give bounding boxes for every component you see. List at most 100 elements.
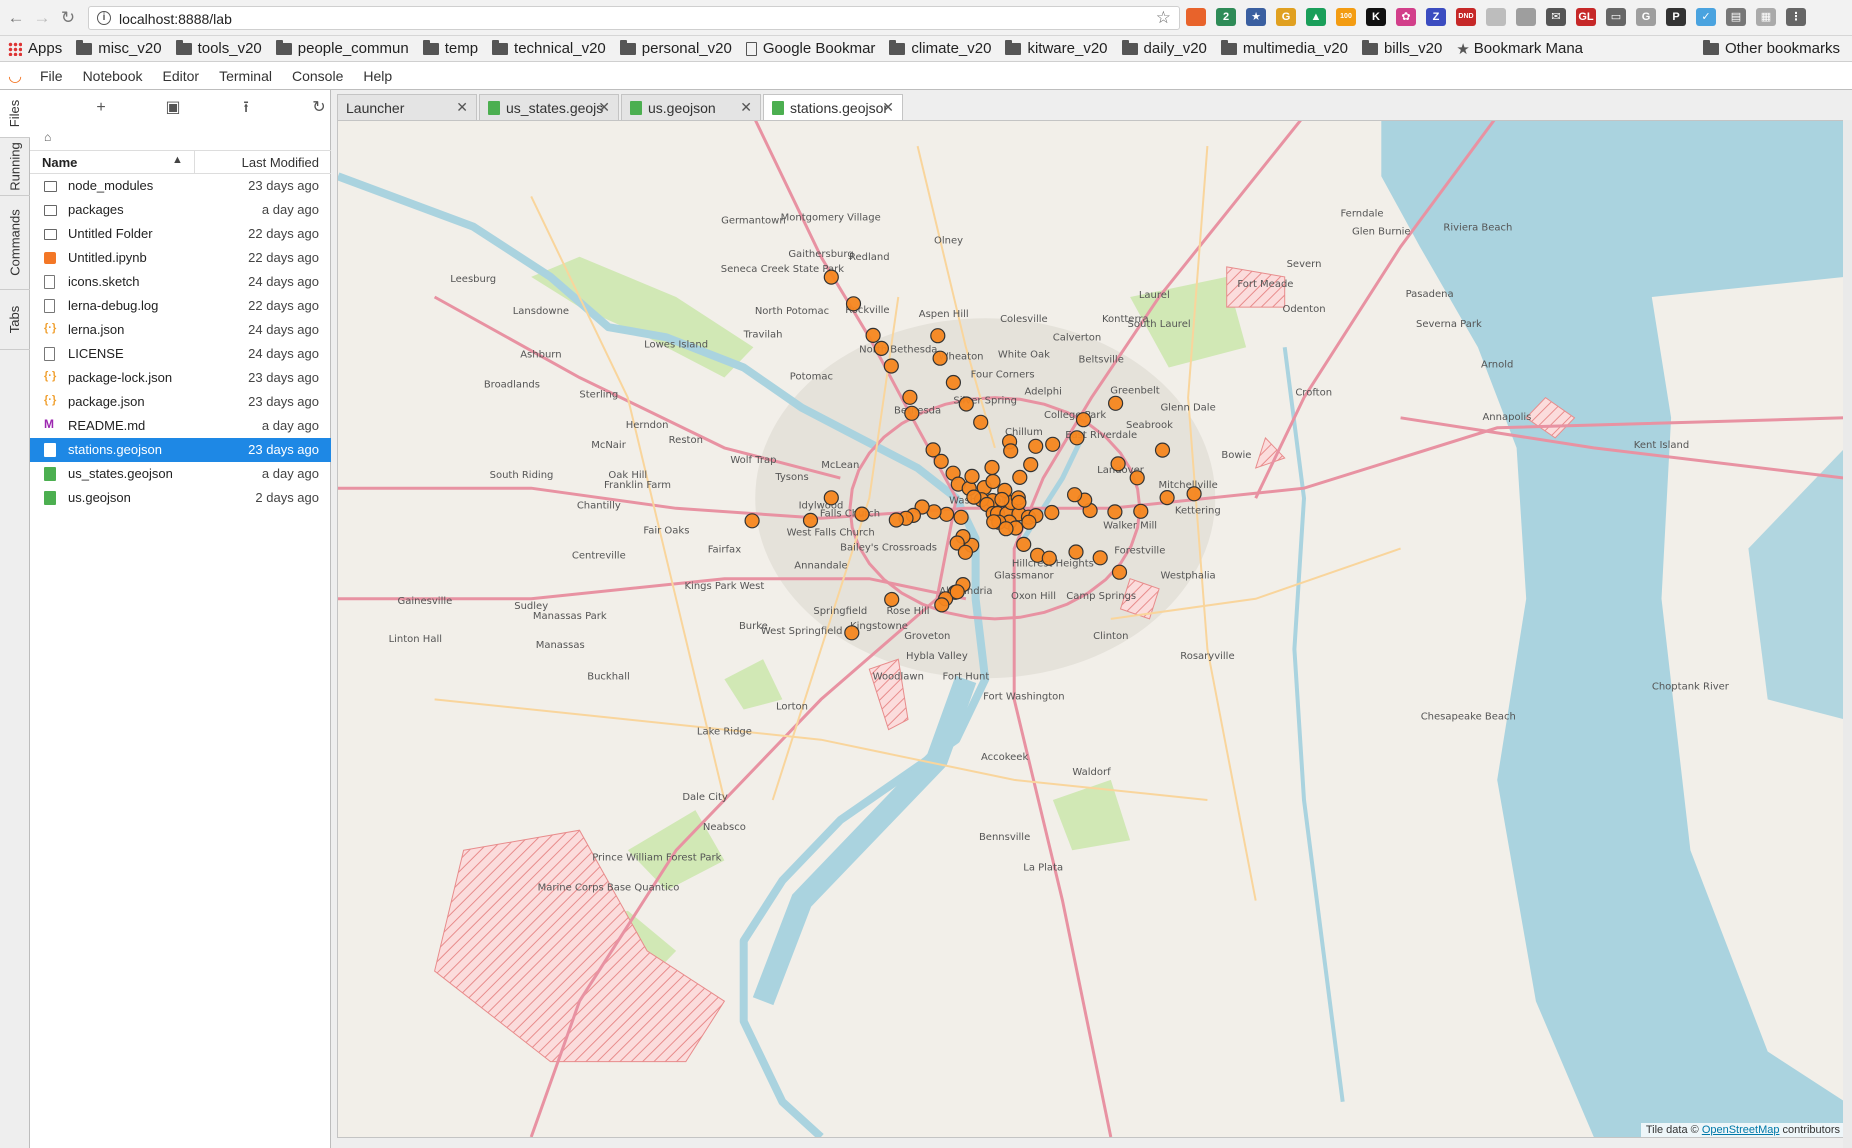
bookmark-kitware-v20[interactable]: kitware_v20 [1005, 39, 1108, 57]
tab-launcher[interactable]: Launcher ✕ [337, 94, 477, 120]
station-marker[interactable] [883, 358, 899, 374]
bookmark-google-bookmar[interactable]: Google Bookmar [745, 40, 875, 57]
station-marker[interactable] [966, 489, 982, 505]
station-marker[interactable] [1021, 514, 1037, 530]
file-row[interactable]: stations.geojson 23 days ago [30, 438, 331, 462]
menu-help[interactable]: Help [353, 68, 402, 84]
close-tab-icon[interactable]: ✕ [882, 99, 894, 116]
menu-terminal[interactable]: Terminal [209, 68, 282, 84]
menu-file[interactable]: File [30, 68, 73, 84]
station-marker[interactable] [873, 340, 890, 356]
ext-12-icon[interactable] [1516, 8, 1536, 26]
station-marker[interactable] [998, 521, 1014, 537]
bookmark-daily-v20[interactable]: daily_v20 [1121, 39, 1207, 57]
info-icon[interactable]: i [97, 11, 111, 25]
column-modified-header[interactable]: Last Modified [242, 155, 319, 170]
ext-9-icon[interactable]: Z [1426, 8, 1446, 26]
ext-14-icon[interactable]: GL [1576, 8, 1596, 26]
station-marker[interactable] [1159, 490, 1175, 506]
station-marker[interactable] [1129, 470, 1145, 486]
station-marker[interactable] [945, 374, 962, 391]
station-marker[interactable] [1111, 564, 1128, 580]
station-marker[interactable] [1041, 550, 1057, 566]
station-marker[interactable] [1066, 487, 1083, 503]
station-marker[interactable] [1107, 504, 1123, 520]
menu-editor[interactable]: Editor [153, 68, 210, 84]
reload-icon[interactable]: ↻ [58, 8, 78, 28]
close-tab-icon[interactable]: ✕ [598, 99, 610, 116]
station-marker[interactable] [930, 328, 946, 344]
file-row[interactable]: node_modules 23 days ago [30, 174, 331, 198]
station-marker[interactable] [1107, 395, 1124, 411]
column-name-header[interactable]: Name [42, 155, 77, 170]
station-marker[interactable] [1023, 457, 1039, 473]
ext-21-icon[interactable]: ⋮ [1786, 8, 1806, 26]
bookmark-bills-v20[interactable]: bills_v20 [1361, 39, 1442, 57]
station-marker[interactable] [1186, 486, 1202, 502]
upload-icon[interactable]: ⭱ [235, 98, 257, 118]
station-marker[interactable] [964, 468, 980, 484]
station-marker[interactable] [986, 514, 1002, 530]
station-marker[interactable] [1133, 503, 1149, 519]
station-marker[interactable] [953, 509, 969, 525]
ext-4-icon[interactable]: G [1276, 8, 1296, 26]
file-row[interactable]: {·} lerna.json 24 days ago [30, 318, 331, 342]
ext-20-icon[interactable]: ▦ [1756, 8, 1776, 26]
station-marker[interactable] [1044, 504, 1060, 521]
address-url[interactable]: localhost:8888/lab [119, 11, 232, 27]
station-marker[interactable] [1003, 443, 1019, 459]
file-row[interactable]: lerna-debug.log 22 days ago [30, 294, 331, 318]
tab-stations-geojson[interactable]: stations.geojson ✕ [763, 94, 903, 121]
station-marker[interactable] [984, 459, 1000, 476]
ext-1-icon[interactable] [1186, 8, 1206, 26]
station-marker[interactable] [1011, 494, 1027, 511]
bookmark-technical-v20[interactable]: technical_v20 [492, 39, 606, 57]
station-marker[interactable] [958, 396, 974, 412]
column-divider[interactable] [194, 151, 195, 173]
file-row[interactable]: us_states.geojson a day ago [30, 462, 331, 486]
map-canvas[interactable]: Germantown Gaithersburg Montgomery Village… [338, 121, 1845, 1137]
station-marker[interactable] [1028, 438, 1044, 454]
menu-console[interactable]: Console [282, 68, 353, 84]
station-marker[interactable] [985, 473, 1001, 490]
ext-6-icon[interactable]: 100 [1336, 8, 1356, 26]
new-folder-icon[interactable]: ▣ [162, 98, 184, 118]
bookmark-climate-v20[interactable]: climate_v20 [889, 39, 991, 57]
bookmark-bookmark-mana[interactable]: ★ Bookmark Mana [1456, 40, 1583, 58]
station-marker[interactable] [823, 490, 839, 506]
station-marker[interactable] [744, 513, 760, 529]
station-marker[interactable] [933, 453, 949, 469]
bookmark-misc-v20[interactable]: misc_v20 [76, 39, 162, 57]
bookmark-multimedia-v20[interactable]: multimedia_v20 [1220, 39, 1348, 57]
ext-8-icon[interactable]: ✿ [1396, 8, 1416, 26]
station-marker[interactable] [865, 327, 881, 343]
geojson-map-viewer[interactable]: Germantown Gaithersburg Montgomery Village… [337, 120, 1846, 1138]
station-marker[interactable] [844, 625, 860, 641]
ext-17-icon[interactable]: P [1666, 8, 1686, 26]
address-bar[interactable]: i localhost:8888/lab ☆ [88, 6, 1180, 30]
ext-15-icon[interactable]: ▭ [1606, 8, 1626, 26]
bookmark-people-commun[interactable]: people_commun [275, 39, 409, 57]
station-marker[interactable] [1016, 536, 1032, 552]
sidebar-tab-running[interactable]: Running [0, 138, 30, 196]
station-marker[interactable] [949, 584, 965, 600]
other-bookmarks[interactable]: Other bookmarks [1702, 39, 1840, 57]
station-marker[interactable] [902, 389, 918, 405]
file-row[interactable]: packages a day ago [30, 198, 331, 222]
sort-ascending-icon[interactable]: ▲ [172, 154, 183, 166]
bookmark-tools-v20[interactable]: tools_v20 [175, 39, 262, 57]
tab-us-states-geojson[interactable]: us_states.geojson✕ [479, 94, 619, 120]
station-marker[interactable] [823, 269, 839, 285]
bookmark-temp[interactable]: temp [422, 39, 478, 57]
station-marker[interactable] [938, 506, 955, 522]
tab-us-geojson[interactable]: us.geojson ✕ [621, 94, 761, 120]
station-marker[interactable] [1069, 430, 1085, 446]
ext-13-icon[interactable]: ✉ [1546, 8, 1566, 26]
ext-11-icon[interactable] [1486, 8, 1506, 26]
file-row[interactable]: {·} package-lock.json 23 days ago [30, 366, 331, 390]
back-icon[interactable]: ← [6, 8, 26, 28]
station-marker[interactable] [854, 506, 870, 522]
new-launcher-icon[interactable]: + [90, 98, 112, 118]
forward-icon[interactable]: → [32, 8, 52, 28]
close-tab-icon[interactable]: ✕ [740, 99, 752, 116]
